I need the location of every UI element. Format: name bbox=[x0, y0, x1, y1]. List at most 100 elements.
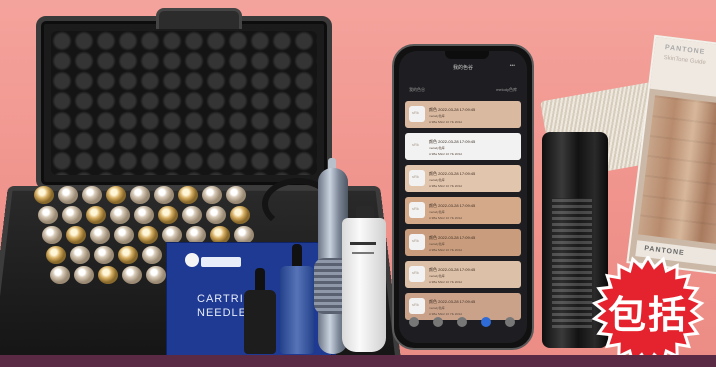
pigment-vial bbox=[154, 186, 174, 204]
color-list-item[interactable]: sRk 颜色 2022-03-28 17:09:45 melody色库 A 9Ba 5… bbox=[405, 229, 521, 256]
item-formula: A 9Ba 5Ab2 10 Ylk 2R1d bbox=[429, 312, 462, 316]
pigment-vial bbox=[70, 246, 90, 264]
brand-mark bbox=[201, 257, 241, 267]
color-chips bbox=[637, 95, 716, 245]
dropper-bottle-black bbox=[244, 268, 276, 354]
color-swatch: sRk bbox=[409, 138, 425, 154]
bottom-bar bbox=[0, 355, 716, 367]
pigment-vial bbox=[98, 266, 118, 284]
color-list-item[interactable]: sRk 颜色 2022-03-28 17:09:45 melody色库 A 9Ba 5… bbox=[405, 133, 521, 160]
item-library: melody色库 bbox=[429, 306, 445, 310]
pigment-vial bbox=[106, 186, 126, 204]
pigment-vial bbox=[114, 226, 134, 244]
item-formula: A 9Ba 5Ab2 10 Ylk 2R1d bbox=[429, 120, 462, 124]
product-composite-image: CARTRIDGE NEEDLE 我的色谷 ••• 我的色谷 melody色库 … bbox=[0, 0, 716, 367]
color-swatch: sRk bbox=[409, 234, 425, 250]
swatch-label: sRk bbox=[412, 142, 419, 147]
tab-my-colors[interactable]: 我的色谷 bbox=[409, 87, 425, 93]
item-library: melody色库 bbox=[429, 274, 445, 278]
item-title: 颜色 2022-03-28 17:09:45 bbox=[429, 203, 476, 208]
pigment-vial bbox=[38, 206, 58, 224]
color-swatch: sRk bbox=[409, 202, 425, 218]
item-title: 颜色 2022-03-28 17:09:45 bbox=[429, 171, 476, 176]
box-title-line2: NEEDLE bbox=[197, 307, 248, 319]
pigment-vial bbox=[46, 246, 66, 264]
swatch-label: sRk bbox=[412, 302, 419, 307]
app-tabs: 我的色谷 melody色库 bbox=[409, 87, 517, 95]
pigment-vial bbox=[34, 186, 54, 204]
pigment-vial bbox=[50, 266, 70, 284]
bottom-nav bbox=[409, 317, 517, 331]
item-title: 颜色 2022-03-28 17:09:45 bbox=[429, 267, 476, 272]
cream-tube bbox=[342, 218, 386, 352]
swatch-label: sRk bbox=[412, 206, 419, 211]
nav-bulb-icon[interactable] bbox=[457, 317, 467, 327]
item-title: 颜色 2022-03-28 17:09:45 bbox=[429, 107, 476, 112]
pigment-vial bbox=[158, 206, 178, 224]
pigment-vial bbox=[86, 206, 106, 224]
badge-label: 包括 bbox=[607, 293, 688, 337]
swatch-label: sRk bbox=[412, 270, 419, 275]
tube-label-sub bbox=[352, 252, 374, 254]
pigment-vial bbox=[206, 206, 226, 224]
nav-library-icon[interactable] bbox=[481, 317, 491, 327]
item-title: 颜色 2022-03-28 17:09:45 bbox=[429, 299, 476, 304]
pigment-vial bbox=[62, 206, 82, 224]
pigment-vial bbox=[202, 186, 222, 204]
pigment-vial bbox=[94, 246, 114, 264]
phone-notch bbox=[445, 51, 489, 59]
color-swatch: sRk bbox=[409, 170, 425, 186]
color-list-item[interactable]: sRk 颜色 2022-03-28 17:09:45 melody色库 A 9Ba 5… bbox=[405, 197, 521, 224]
pigment-vial bbox=[122, 266, 142, 284]
item-library: melody色库 bbox=[429, 242, 445, 246]
pigment-vial bbox=[58, 186, 78, 204]
color-list-item[interactable]: sRk 颜色 2022-03-28 17:09:45 melody色库 A 9Ba 5… bbox=[405, 261, 521, 288]
pigment-vial bbox=[134, 206, 154, 224]
nav-home-icon[interactable] bbox=[409, 317, 419, 327]
nav-profile-icon[interactable] bbox=[505, 317, 515, 327]
pigment-vial bbox=[226, 186, 246, 204]
nav-explore-icon[interactable] bbox=[433, 317, 443, 327]
pigment-vial bbox=[42, 226, 62, 244]
color-list-item[interactable]: sRk 颜色 2022-03-28 17:09:45 melody色库 A 9Ba 5… bbox=[405, 165, 521, 192]
pigment-vial bbox=[90, 226, 110, 244]
tab-melody-library[interactable]: melody色库 bbox=[496, 87, 517, 93]
swatch-label: sRk bbox=[412, 110, 419, 115]
more-menu-icon[interactable]: ••• bbox=[510, 63, 515, 69]
pigment-vial bbox=[142, 246, 162, 264]
pigment-vial bbox=[118, 246, 138, 264]
pantone-subtitle: SkinTone Guide bbox=[663, 55, 707, 67]
case-foam bbox=[51, 31, 317, 175]
item-title: 颜色 2022-03-28 17:09:45 bbox=[429, 235, 476, 240]
color-swatch: sRk bbox=[409, 266, 425, 282]
color-list: sRk 颜色 2022-03-28 17:09:45 melody色库 A 9Ba 5… bbox=[405, 101, 521, 325]
case-lid bbox=[36, 16, 332, 190]
pigment-vial bbox=[178, 186, 198, 204]
color-swatch: sRk bbox=[409, 298, 425, 314]
item-formula: A 9Ba 5Ab2 10 Ylk 2R1d bbox=[429, 216, 462, 220]
pigment-vial bbox=[130, 186, 150, 204]
item-formula: A 9Ba 5Ab2 10 Ylk 2R1d bbox=[429, 184, 462, 188]
dropper-bottle-blue bbox=[280, 244, 314, 354]
swatch-label: sRk bbox=[412, 174, 419, 179]
pigment-vial bbox=[66, 226, 86, 244]
smartphone: 我的色谷 ••• 我的色谷 melody色库 sRk 颜色 2022-03-28 … bbox=[392, 44, 534, 350]
item-formula: A 9Ba 5Ab2 10 Ylk 2R1d bbox=[429, 152, 462, 156]
case-handle bbox=[156, 8, 242, 29]
brand-logo-icon bbox=[185, 253, 199, 267]
bottle-cap bbox=[255, 268, 265, 290]
color-list-item[interactable]: sRk 颜色 2022-03-28 17:09:45 melody色库 A 9Ba 5… bbox=[405, 101, 521, 128]
fan-card-header: PANTONE SkinTone Guide bbox=[649, 36, 716, 101]
item-title: 颜色 2022-03-28 17:09:45 bbox=[429, 139, 476, 144]
app-title: 我的色谷 bbox=[452, 65, 473, 71]
swatch-label: sRk bbox=[412, 238, 419, 243]
item-formula: A 9Ba 5Ab2 10 Ylk 2R1d bbox=[429, 280, 462, 284]
pigment-vial bbox=[110, 206, 130, 224]
pigment-vial bbox=[146, 266, 166, 284]
fan-front-card: PANTONE SkinTone Guide PANTONE bbox=[626, 34, 716, 276]
item-library: melody色库 bbox=[429, 146, 445, 150]
color-list-item[interactable]: sRk 颜色 2022-03-28 17:09:45 melody色库 A 9Ba 5… bbox=[405, 293, 521, 320]
pigment-vial bbox=[82, 186, 102, 204]
item-library: melody色库 bbox=[429, 178, 445, 182]
pigment-vial bbox=[138, 226, 158, 244]
